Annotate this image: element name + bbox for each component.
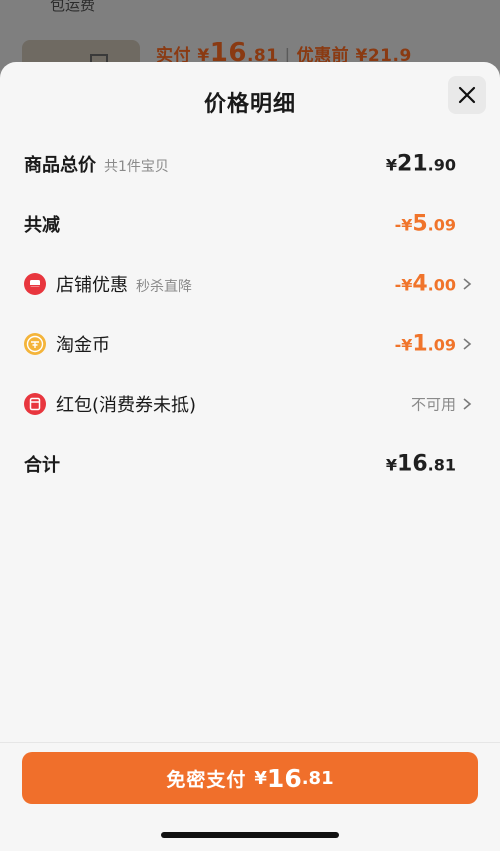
goods-total-int: 21 — [397, 151, 428, 177]
pay-button-int: 16 — [266, 763, 302, 793]
row-sum: 合计 ¥16.81 — [0, 444, 500, 484]
gold-coins-sign: -¥ — [394, 335, 413, 355]
store-discount-text: 店铺优惠 — [56, 275, 128, 296]
red-packet-status: 不可用 — [410, 395, 456, 414]
sheet-title: 价格明细 — [203, 92, 296, 117]
background-page: 包运费 实付 ¥16.81 | 优惠前 ¥21.9 — [0, 0, 500, 70]
row-store-discount[interactable]: 店铺优惠 秒杀直降 -¥4.00 — [0, 264, 500, 304]
reduction-dec: .09 — [427, 215, 456, 235]
chevron-right-icon — [463, 398, 472, 410]
reduction-label: 共减 — [24, 215, 60, 236]
row-goods-total: 商品总价 共1件宝贝 ¥21.90 — [0, 144, 500, 184]
row-total-reduction: 共减 -¥5.09 — [0, 204, 500, 244]
shipping-text: 包运费 — [50, 0, 96, 14]
reduction-sign: -¥ — [394, 215, 413, 235]
sum-dec: .81 — [427, 455, 456, 475]
reduction-int: 5 — [412, 211, 428, 237]
store-discount-value: -¥4.00 — [395, 272, 456, 297]
gold-coins-int: 1 — [412, 331, 428, 357]
chevron-right-icon — [463, 338, 472, 350]
gold-coin-icon — [24, 333, 46, 355]
store-discount-sign: -¥ — [394, 275, 413, 295]
store-discount-icon — [24, 273, 46, 295]
gold-coins-label: 淘金币 — [56, 335, 110, 356]
sum-label: 合计 — [24, 455, 60, 476]
gold-coins-dec: .09 — [427, 335, 456, 355]
sum-value: ¥16.81 — [386, 452, 456, 477]
store-discount-dec: .00 — [427, 275, 456, 295]
sum-int: 16 — [397, 451, 428, 477]
goods-total-yen: ¥ — [385, 155, 398, 175]
row-red-packet[interactable]: 红包(消费券未抵) 不可用 — [0, 384, 500, 424]
goods-total-value: ¥21.90 — [386, 152, 456, 177]
store-discount-label: 店铺优惠 秒杀直降 — [56, 271, 192, 297]
gold-coins-value: -¥1.09 — [395, 332, 456, 357]
row-gold-coins[interactable]: 淘金币 -¥1.09 — [0, 324, 500, 364]
home-indicator[interactable] — [161, 832, 339, 838]
price-detail-sheet: 价格明细 商品总价 共1件宝贝 ¥21.90 共减 -¥5.09 店铺优惠 秒杀… — [0, 62, 500, 850]
goods-count: 共1件宝贝 — [104, 159, 169, 175]
sum-yen: ¥ — [385, 455, 398, 475]
goods-total-text: 商品总价 — [24, 155, 96, 176]
reduction-value: -¥5.09 — [395, 212, 456, 237]
goods-total-label: 商品总价 共1件宝贝 — [24, 151, 169, 177]
pay-button-dec: .81 — [301, 767, 334, 789]
red-packet-label: 红包(消费券未抵) — [56, 395, 197, 416]
close-button[interactable] — [448, 76, 486, 114]
pay-button-yen: ¥ — [254, 767, 267, 789]
goods-total-dec: .90 — [427, 155, 456, 175]
chevron-right-icon — [463, 278, 472, 290]
password-free-pay-button[interactable]: 免密支付 ¥16.81 — [22, 752, 478, 804]
close-icon — [458, 86, 476, 104]
store-discount-sub: 秒杀直降 — [136, 279, 192, 295]
store-discount-int: 4 — [412, 271, 428, 297]
red-packet-icon — [24, 393, 46, 415]
pay-button-label: 免密支付 — [166, 768, 247, 791]
